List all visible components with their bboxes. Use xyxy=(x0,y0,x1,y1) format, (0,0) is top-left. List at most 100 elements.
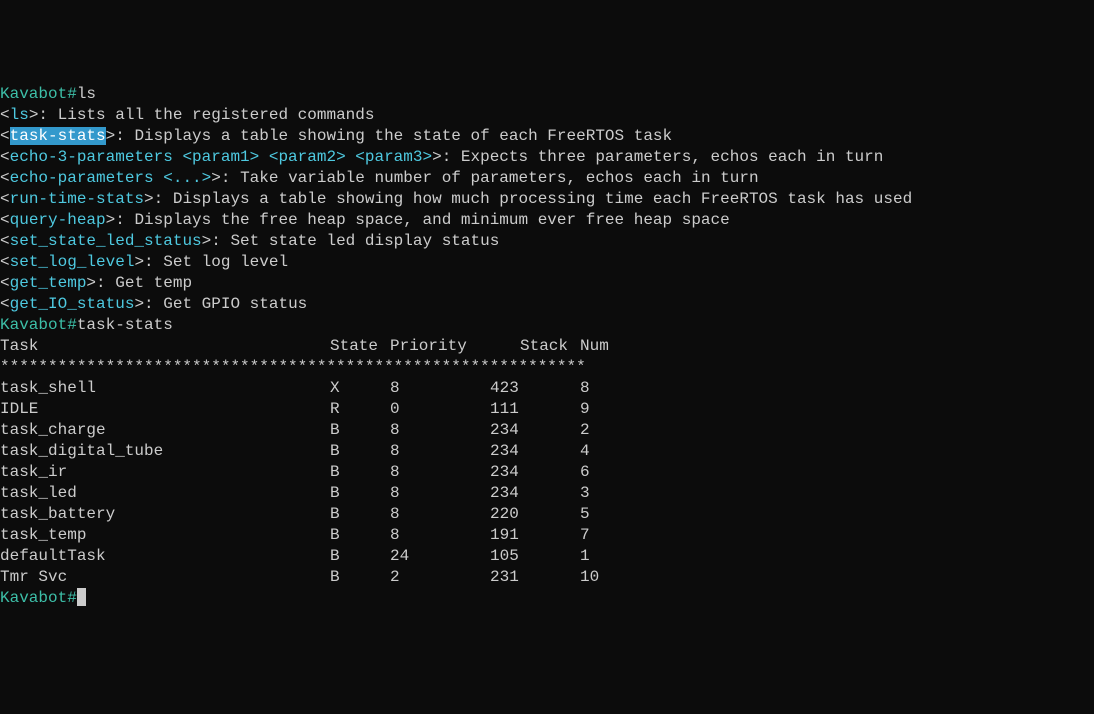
command-name: echo-parameters <...> xyxy=(10,169,212,187)
task-name: task_digital_tube xyxy=(0,441,330,462)
prompt-line-1: Kavabot#ls xyxy=(0,84,1094,105)
table-row: task_batteryB82205 xyxy=(0,504,1094,525)
header-stack: Stack xyxy=(520,336,580,357)
command-name: get_IO_status xyxy=(10,295,135,313)
command-description: : Displays a table showing the state of … xyxy=(115,127,672,145)
task-priority: 24 xyxy=(390,546,490,567)
task-state: B xyxy=(330,567,390,588)
help-line: <echo-3-parameters <param1> <param2> <pa… xyxy=(0,147,1094,168)
task-num: 6 xyxy=(580,462,640,483)
header-priority: Priority xyxy=(390,336,520,357)
task-num: 10 xyxy=(580,567,640,588)
table-row: task_chargeB82342 xyxy=(0,420,1094,441)
task-stack: 234 xyxy=(490,420,580,441)
task-state: R xyxy=(330,399,390,420)
shell-prompt: Kavabot# xyxy=(0,589,77,607)
command-name: query-heap xyxy=(10,211,106,229)
header-task: Task xyxy=(0,336,330,357)
prompt-line-2: Kavabot#task-stats xyxy=(0,315,1094,336)
shell-prompt: Kavabot# xyxy=(0,316,77,334)
task-priority: 0 xyxy=(390,399,490,420)
command-description: : Displays the free heap space, and mini… xyxy=(115,211,730,229)
help-line: <get_IO_status>: Get GPIO status xyxy=(0,294,1094,315)
task-num: 4 xyxy=(580,441,640,462)
help-line: <run-time-stats>: Displays a table showi… xyxy=(0,189,1094,210)
task-stack: 234 xyxy=(490,483,580,504)
task-state: B xyxy=(330,504,390,525)
command-description: : Lists all the registered commands xyxy=(38,106,374,124)
table-separator: ****************************************… xyxy=(0,357,1094,378)
command-description: : Get temp xyxy=(96,274,192,292)
task-priority: 8 xyxy=(390,378,490,399)
task-name: task_shell xyxy=(0,378,330,399)
task-priority: 8 xyxy=(390,462,490,483)
table-row: task_shellX84238 xyxy=(0,378,1094,399)
task-state: B xyxy=(330,441,390,462)
header-num: Num xyxy=(580,336,609,357)
task-num: 2 xyxy=(580,420,640,441)
task-num: 5 xyxy=(580,504,640,525)
help-line: <set_state_led_status>: Set state led di… xyxy=(0,231,1094,252)
task-stack: 220 xyxy=(490,504,580,525)
cursor-icon xyxy=(77,588,86,606)
help-line: <echo-parameters <...>>: Take variable n… xyxy=(0,168,1094,189)
task-num: 1 xyxy=(580,546,640,567)
header-state: State xyxy=(330,336,390,357)
command-name: echo-3-parameters <param1> <param2> <par… xyxy=(10,148,432,166)
task-stack: 105 xyxy=(490,546,580,567)
command-description: : Get GPIO status xyxy=(144,295,307,313)
task-name: task_ir xyxy=(0,462,330,483)
task-name: IDLE xyxy=(0,399,330,420)
task-name: Tmr Svc xyxy=(0,567,330,588)
table-row: IDLER01119 xyxy=(0,399,1094,420)
command-description: : Set state led display status xyxy=(211,232,499,250)
task-stack: 423 xyxy=(490,378,580,399)
task-state: B xyxy=(330,546,390,567)
help-line: <get_temp>: Get temp xyxy=(0,273,1094,294)
command-name: task-stats xyxy=(10,127,106,145)
task-priority: 8 xyxy=(390,504,490,525)
task-priority: 8 xyxy=(390,420,490,441)
command-description: : Displays a table showing how much proc… xyxy=(154,190,913,208)
table-row: task_irB82346 xyxy=(0,462,1094,483)
task-state: B xyxy=(330,462,390,483)
entered-command-task-stats: task-stats xyxy=(77,316,173,334)
task-name: task_battery xyxy=(0,504,330,525)
command-name: ls xyxy=(10,106,29,124)
table-row: defaultTaskB241051 xyxy=(0,546,1094,567)
command-description: : Set log level xyxy=(144,253,288,271)
command-name: get_temp xyxy=(10,274,87,292)
help-line: <query-heap>: Displays the free heap spa… xyxy=(0,210,1094,231)
prompt-line-3: Kavabot# xyxy=(0,588,1094,609)
help-line: <set_log_level>: Set log level xyxy=(0,252,1094,273)
task-stack: 231 xyxy=(490,567,580,588)
task-stack: 234 xyxy=(490,441,580,462)
shell-prompt: Kavabot# xyxy=(0,85,77,103)
command-name: run-time-stats xyxy=(10,190,144,208)
entered-command-ls: ls xyxy=(77,85,96,103)
task-priority: 2 xyxy=(390,567,490,588)
task-name: task_led xyxy=(0,483,330,504)
task-name: task_charge xyxy=(0,420,330,441)
task-stack: 234 xyxy=(490,462,580,483)
table-row: Tmr SvcB223110 xyxy=(0,567,1094,588)
task-num: 8 xyxy=(580,378,640,399)
table-row: task_digital_tubeB82344 xyxy=(0,441,1094,462)
task-stack: 111 xyxy=(490,399,580,420)
task-priority: 8 xyxy=(390,483,490,504)
command-name: set_log_level xyxy=(10,253,135,271)
task-num: 9 xyxy=(580,399,640,420)
help-line: <ls>: Lists all the registered commands xyxy=(0,105,1094,126)
terminal-output[interactable]: Kavabot#ls<ls>: Lists all the registered… xyxy=(0,84,1094,609)
task-state: B xyxy=(330,420,390,441)
task-name: defaultTask xyxy=(0,546,330,567)
task-priority: 8 xyxy=(390,441,490,462)
table-row: task_ledB82343 xyxy=(0,483,1094,504)
command-description: : Take variable number of parameters, ec… xyxy=(221,169,759,187)
task-num: 3 xyxy=(580,483,640,504)
command-description: : Expects three parameters, echos each i… xyxy=(442,148,884,166)
command-name: set_state_led_status xyxy=(10,232,202,250)
task-state: B xyxy=(330,483,390,504)
table-header: TaskStatePriorityStackNum xyxy=(0,336,1094,357)
task-state: X xyxy=(330,378,390,399)
